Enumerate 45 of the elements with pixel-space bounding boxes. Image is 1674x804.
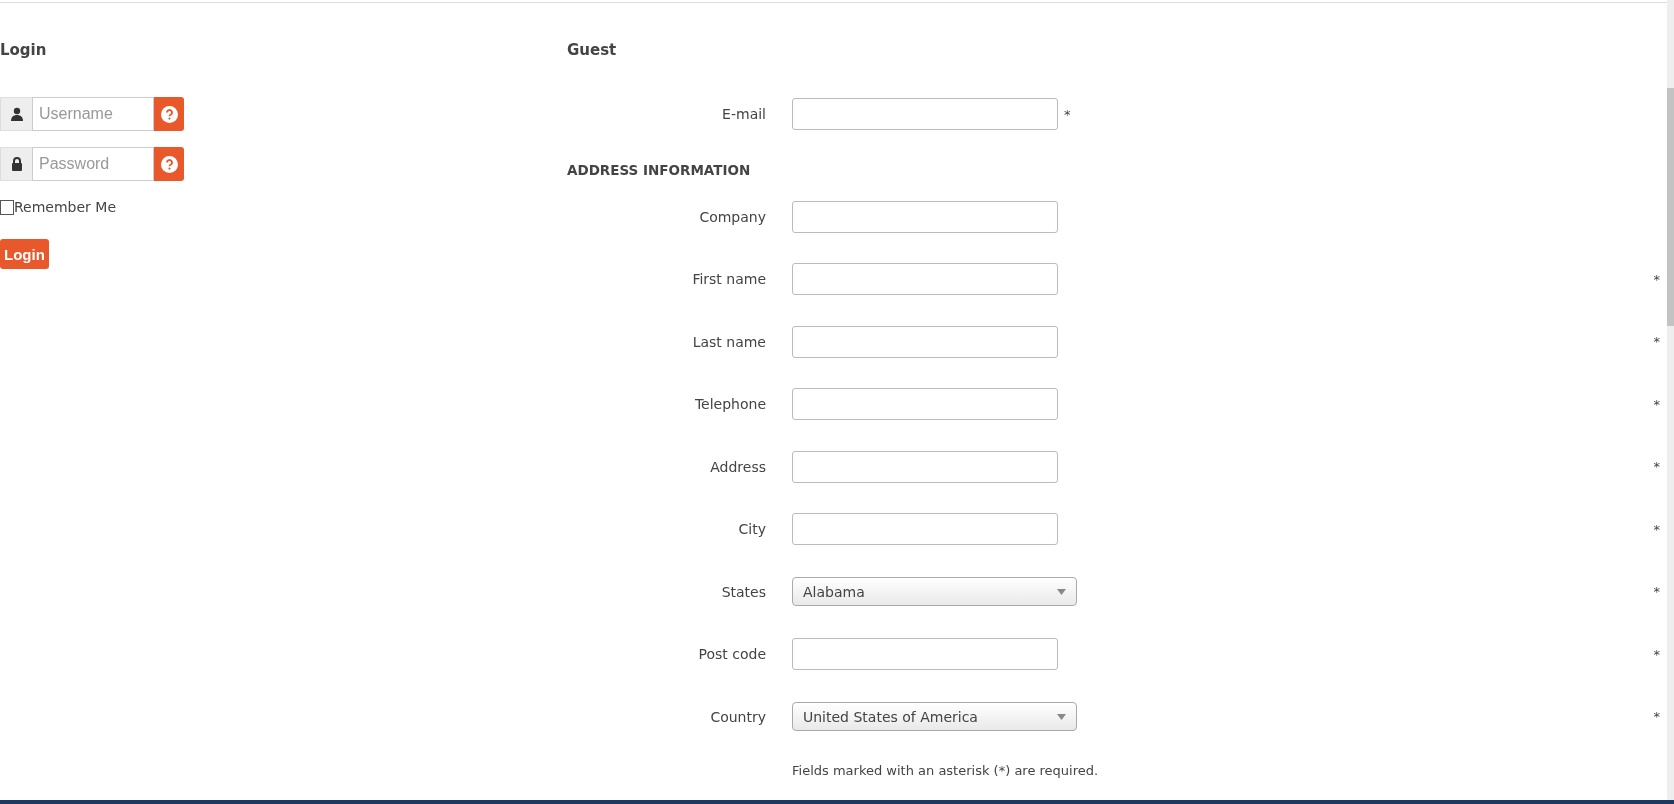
help-icon[interactable] xyxy=(154,147,184,181)
required-marker: * xyxy=(1653,521,1660,537)
dropdown[interactable]: United States of America xyxy=(792,702,1077,731)
required-marker: * xyxy=(1653,396,1660,412)
remember-label: Remember Me xyxy=(14,199,116,215)
required-note: Fields marked with an asterisk (*) are required. xyxy=(792,762,1100,778)
remember-checkbox[interactable] xyxy=(0,199,14,215)
section-heading: ADDRESS INFORMATION xyxy=(567,162,752,180)
field-label: Country xyxy=(709,708,766,725)
dropdown[interactable]: Alabama xyxy=(792,577,1077,606)
login-heading: Login xyxy=(0,41,48,61)
text-field[interactable] xyxy=(792,200,1058,233)
required-marker: * xyxy=(1653,334,1660,349)
text-field[interactable] xyxy=(792,513,1058,545)
field-label: First name xyxy=(691,271,766,287)
field-label: City xyxy=(737,521,766,537)
text-field[interactable] xyxy=(792,450,1058,483)
field-label: States xyxy=(720,583,766,600)
login-button[interactable]: Login xyxy=(0,239,49,269)
guest-heading: Guest xyxy=(567,41,618,61)
help-icon[interactable] xyxy=(154,97,184,131)
field-label: Address xyxy=(709,458,766,475)
field-label: Post code xyxy=(697,646,766,662)
required-marker: * xyxy=(1653,646,1660,662)
scrollbar-thumb[interactable] xyxy=(1667,88,1674,326)
required-marker: * xyxy=(1653,709,1660,724)
field-label: Telephone xyxy=(693,396,766,412)
user-icon xyxy=(0,97,32,131)
required-marker: * xyxy=(1653,271,1660,287)
field-label: E-mail xyxy=(721,106,766,122)
caret-icon xyxy=(1057,713,1066,720)
username-field[interactable]: Username xyxy=(32,97,154,131)
text-field[interactable] xyxy=(792,325,1058,358)
password-field[interactable]: Password xyxy=(32,147,154,181)
required-marker: * xyxy=(1653,459,1660,474)
required-marker: * xyxy=(1653,584,1660,599)
field-label: Last name xyxy=(691,333,766,350)
lock-icon xyxy=(0,147,32,181)
email-field[interactable] xyxy=(792,98,1058,130)
text-field[interactable] xyxy=(792,388,1058,420)
caret-icon xyxy=(1057,588,1066,595)
text-field[interactable] xyxy=(792,638,1058,670)
field-label: Company xyxy=(698,208,766,225)
text-field[interactable] xyxy=(792,263,1058,295)
required-marker: * xyxy=(1064,106,1071,122)
